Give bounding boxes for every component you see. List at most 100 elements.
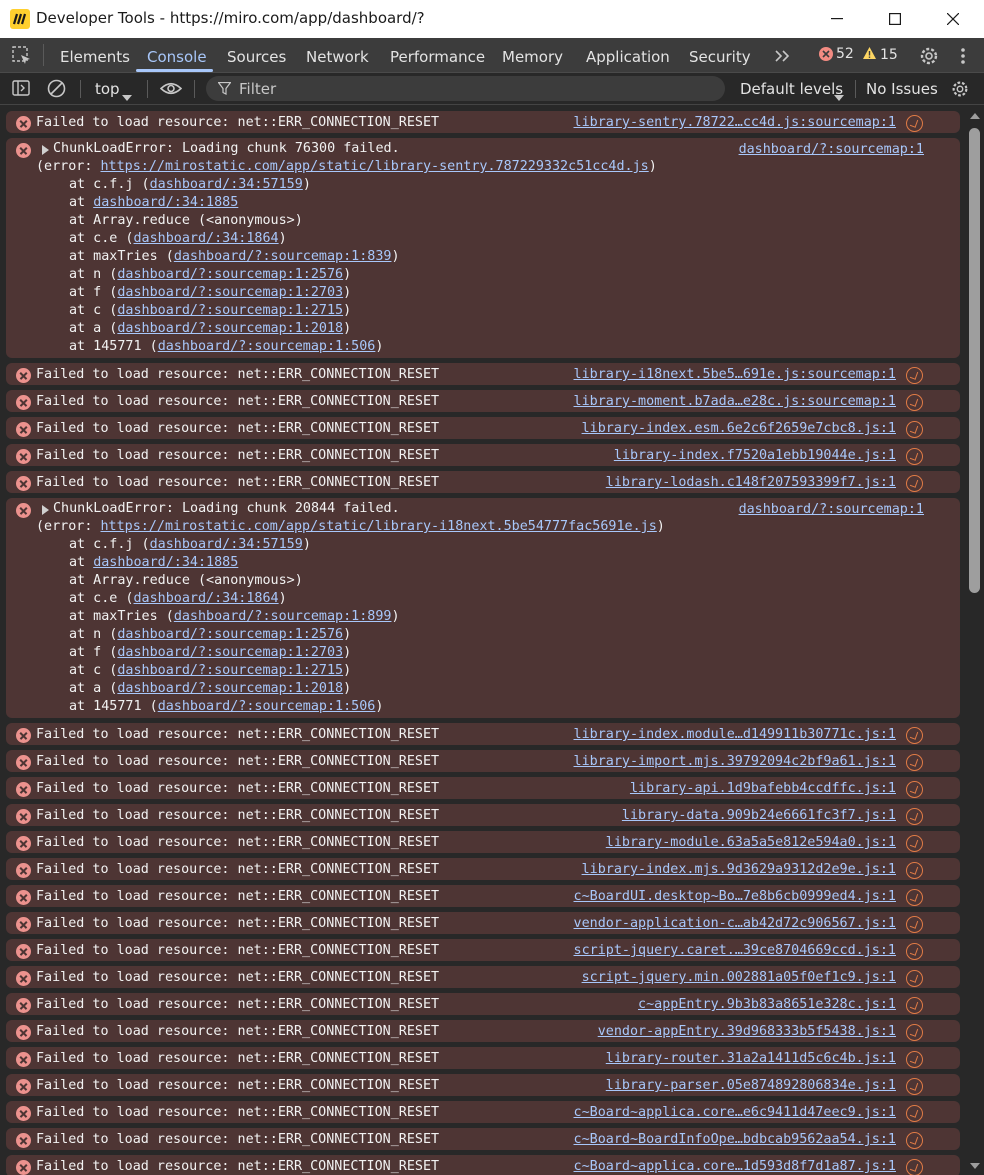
source-link[interactable]: c~Board~BoardInfoOpe…bdbcab9562aa54.js:1 — [574, 1132, 896, 1147]
tab-application[interactable]: Application — [586, 48, 670, 66]
stack-frame-link[interactable]: dashboard/?:sourcemap:1:839 — [174, 249, 392, 264]
ai-assist-icon[interactable] — [906, 1051, 923, 1068]
stack-frame-link[interactable]: dashboard/?:sourcemap:1:2018 — [117, 321, 343, 336]
stack-frame-link[interactable]: dashboard/?:sourcemap:1:899 — [174, 609, 392, 624]
source-link[interactable]: c~Board~applica.core…e6c9411d47eec9.js:1 — [574, 1105, 896, 1120]
stack-frame-link[interactable]: dashboard/:34:57159 — [150, 537, 303, 552]
ai-assist-icon[interactable] — [906, 367, 923, 384]
more-options-icon[interactable] — [960, 47, 966, 69]
stack-frame-link[interactable]: dashboard/?:sourcemap:1:2715 — [117, 303, 343, 318]
tab-memory[interactable]: Memory — [502, 48, 563, 66]
tab-performance[interactable]: Performance — [390, 48, 485, 66]
ai-assist-icon[interactable] — [906, 727, 923, 744]
source-link[interactable]: c~BoardUI.desktop~Bo…7e8b6cb0999ed4.js:1 — [574, 889, 896, 904]
tab-network[interactable]: Network — [306, 48, 369, 66]
ai-assist-icon[interactable] — [906, 1078, 923, 1095]
ai-assist-icon[interactable] — [906, 808, 923, 825]
source-link[interactable]: library-router.31a2a1411d5c6c4b.js:1 — [606, 1051, 896, 1066]
stack-frame-link[interactable]: dashboard/:34:1864 — [134, 231, 279, 246]
stack-frame-link[interactable]: dashboard/:34:1864 — [134, 591, 279, 606]
stack-frame-link[interactable]: dashboard/:34:1885 — [93, 195, 238, 210]
scrollbar-thumb[interactable] — [969, 128, 980, 593]
settings-gear-icon[interactable] — [918, 45, 940, 71]
filter-input[interactable]: Filter — [206, 76, 725, 101]
minimize-button[interactable] — [808, 0, 866, 38]
ai-assist-icon[interactable] — [906, 943, 923, 960]
ai-assist-icon[interactable] — [906, 448, 923, 465]
stack-frame-link[interactable]: dashboard/?:sourcemap:1:506 — [158, 699, 376, 714]
source-link[interactable]: library-api.1d9bafebb4ccdffc.js:1 — [630, 781, 896, 796]
stack-frame-link[interactable]: dashboard/?:sourcemap:1:2576 — [117, 627, 343, 642]
stack-frame-link[interactable]: dashboard/?:sourcemap:1:2018 — [117, 681, 343, 696]
stack-frame-link[interactable]: dashboard/?:sourcemap:1:2703 — [117, 645, 343, 660]
maximize-button[interactable] — [866, 0, 924, 38]
stack-frame-link[interactable]: dashboard/?:sourcemap:1:2715 — [117, 663, 343, 678]
scroll-up-arrow-icon[interactable] — [970, 113, 980, 119]
ai-assist-icon[interactable] — [906, 1105, 923, 1122]
error-counter[interactable]: 52 — [819, 46, 854, 62]
source-link[interactable]: c~appEntry.9b3b83a8651e328c.js:1 — [638, 997, 896, 1012]
stack-frame-link[interactable]: dashboard/?:sourcemap:1:2703 — [117, 285, 343, 300]
source-link[interactable]: library-index.f7520a1ebb19044e.js:1 — [614, 448, 896, 463]
ai-assist-icon[interactable] — [906, 889, 923, 906]
ai-assist-icon[interactable] — [906, 754, 923, 771]
source-link[interactable]: library-index.module…d149911b30771c.js:1 — [574, 727, 896, 742]
source-link[interactable]: library-module.63a5a5e812e594a0.js:1 — [606, 835, 896, 850]
sidebar-toggle-icon[interactable] — [12, 80, 30, 100]
ai-assist-icon[interactable] — [906, 835, 923, 852]
source-link[interactable]: library-data.909b24e6661fc3f7.js:1 — [622, 808, 896, 823]
more-tabs-chevron-icon[interactable] — [774, 48, 790, 67]
source-link[interactable]: library-i18next.5be5…691e.js:sourcemap:1 — [574, 367, 896, 382]
ai-assist-icon[interactable] — [906, 475, 923, 492]
issues-button[interactable]: No Issues — [866, 80, 938, 98]
context-selector[interactable]: top — [95, 80, 120, 98]
ai-assist-icon[interactable] — [906, 916, 923, 933]
source-link[interactable]: library-lodash.c148f207593399f7.js:1 — [606, 475, 896, 490]
expand-triangle-icon[interactable] — [42, 145, 49, 155]
source-link[interactable]: library-parser.05e874892806834e.js:1 — [606, 1078, 896, 1093]
log-levels-dropdown[interactable]: Default levels — [740, 80, 843, 98]
source-link[interactable]: script-jquery.min.002881a05f0ef1c9.js:1 — [582, 970, 896, 985]
source-link[interactable]: c~Board~applica.core…1d593d8f7d1a87.js:1 — [574, 1159, 896, 1174]
ai-assist-icon[interactable] — [906, 970, 923, 987]
tab-security[interactable]: Security — [689, 48, 751, 66]
source-link[interactable]: dashboard/?:sourcemap:1 — [739, 502, 924, 517]
warning-counter[interactable]: 15 — [862, 46, 898, 64]
levels-dropdown-icon[interactable] — [834, 86, 844, 105]
stack-frame-link[interactable]: dashboard/:34:1885 — [93, 555, 238, 570]
error-url-link[interactable]: https://mirostatic.com/app/static/librar… — [101, 159, 649, 174]
close-window-button[interactable] — [924, 0, 982, 38]
stack-frame-link[interactable]: dashboard/?:sourcemap:1:506 — [158, 339, 376, 354]
ai-assist-icon[interactable] — [906, 1159, 923, 1175]
error-url-link[interactable]: https://mirostatic.com/app/static/librar… — [101, 519, 657, 534]
source-link[interactable]: vendor-appEntry.39d968333b5f5438.js:1 — [598, 1024, 896, 1039]
console-settings-gear-icon[interactable] — [950, 79, 970, 103]
source-link[interactable]: library-moment.b7ada…e28c.js:sourcemap:1 — [574, 394, 896, 409]
ai-assist-icon[interactable] — [906, 394, 923, 411]
source-link[interactable]: library-index.esm.6e2c6f2659e7cbc8.js:1 — [582, 421, 896, 436]
source-link[interactable]: library-import.mjs.39792094c2bf9a61.js:1 — [574, 754, 896, 769]
inspect-element-icon[interactable] — [12, 46, 32, 70]
stack-frame-link[interactable]: dashboard/?:sourcemap:1:2576 — [117, 267, 343, 282]
tab-elements[interactable]: Elements — [60, 48, 130, 66]
ai-assist-icon[interactable] — [906, 1024, 923, 1041]
live-expression-eye-icon[interactable] — [159, 81, 183, 100]
ai-assist-icon[interactable] — [906, 115, 923, 132]
tab-console[interactable]: Console — [147, 48, 207, 66]
ai-assist-icon[interactable] — [906, 862, 923, 879]
source-link[interactable]: library-index.mjs.9d3629a9312d2e9e.js:1 — [582, 862, 896, 877]
source-link[interactable]: vendor-application-c…ab42d72c906567.js:1 — [574, 916, 896, 931]
source-link[interactable]: dashboard/?:sourcemap:1 — [739, 142, 924, 157]
source-link[interactable]: library-sentry.78722…cc4d.js:sourcemap:1 — [574, 115, 896, 130]
ai-assist-icon[interactable] — [906, 1132, 923, 1149]
source-link[interactable]: script-jquery.caret.…39ce8704669ccd.js:1 — [574, 943, 896, 958]
scroll-down-arrow-icon[interactable] — [970, 1163, 980, 1169]
expand-triangle-icon[interactable] — [42, 505, 49, 515]
ai-assist-icon[interactable] — [906, 421, 923, 438]
stack-frame-link[interactable]: dashboard/:34:57159 — [150, 177, 303, 192]
ai-assist-icon[interactable] — [906, 997, 923, 1014]
tab-sources[interactable]: Sources — [227, 48, 286, 66]
context-dropdown-icon[interactable] — [122, 86, 132, 105]
ai-assist-icon[interactable] — [906, 781, 923, 798]
clear-console-icon[interactable] — [47, 79, 66, 102]
